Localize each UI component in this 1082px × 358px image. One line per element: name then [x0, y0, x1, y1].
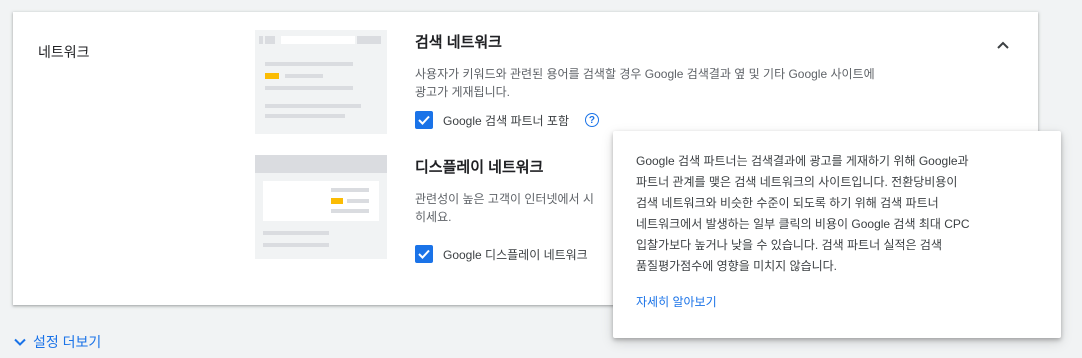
search-partners-tooltip: Google 검색 파트너는 검색결과에 광고를 게재하기 위해 Google과… — [613, 131, 1061, 338]
display-network-illustration — [255, 155, 387, 259]
section-label: 네트워크 — [38, 44, 90, 60]
display-network-checkbox[interactable] — [415, 245, 433, 263]
more-settings-label: 설정 더보기 — [33, 334, 102, 350]
more-settings-link[interactable]: 설정 더보기 — [13, 332, 101, 352]
learn-more-link[interactable]: 자세히 알아보기 — [636, 293, 717, 310]
display-network-row: Google 디스플레이 네트워크 — [415, 245, 588, 263]
search-partners-checkbox[interactable] — [415, 111, 433, 129]
search-network-illustration — [255, 30, 387, 134]
display-network-title: 디스플레이 네트워크 — [415, 159, 544, 176]
search-partners-label: Google 검색 파트너 포함 — [443, 113, 569, 128]
search-network-description: 사용자가 키워드와 관련된 용어를 검색할 경우 Google 검색결과 옆 및… — [415, 67, 875, 99]
chevron-up-icon[interactable] — [993, 35, 1013, 55]
search-network-title: 검색 네트워크 — [415, 34, 502, 51]
search-partners-row: Google 검색 파트너 포함 ? — [415, 111, 599, 129]
help-icon[interactable]: ? — [584, 113, 599, 127]
chevron-down-icon — [14, 338, 26, 346]
tooltip-text: Google 검색 파트너는 검색결과에 광고를 게재하기 위해 Google과… — [636, 154, 970, 273]
display-network-label: Google 디스플레이 네트워크 — [443, 247, 588, 262]
check-icon — [418, 249, 430, 259]
check-icon — [418, 115, 430, 125]
